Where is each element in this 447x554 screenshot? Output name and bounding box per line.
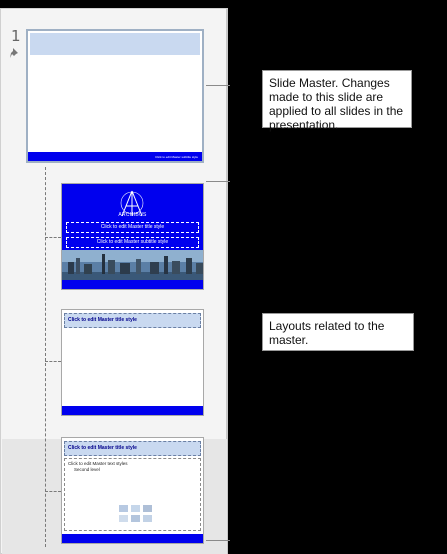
title-placeholder: Click to edit Master title style bbox=[64, 313, 201, 328]
master-callout: Slide Master. Changes made to this slide… bbox=[262, 70, 412, 132]
city-skyline-image bbox=[62, 250, 203, 280]
content-placeholder-icons bbox=[119, 505, 152, 522]
master-footer-text: Click to edit Master subtitle style bbox=[155, 155, 198, 159]
callout-connector bbox=[206, 540, 230, 541]
bullet-level-1: Click to edit Master text styles bbox=[68, 461, 128, 466]
pin-icon[interactable] bbox=[9, 47, 21, 59]
slide-number: 1 bbox=[11, 27, 21, 45]
callout-connector bbox=[206, 181, 230, 182]
slide-thumbnail-pane[interactable]: 1 Click to edit Master subtitle style AR… bbox=[0, 8, 228, 554]
master-footer-band: Click to edit Master subtitle style bbox=[28, 152, 202, 161]
layout-footer-band bbox=[62, 280, 203, 289]
title-placeholder: Click to edit Master title style bbox=[66, 222, 199, 233]
slide-master-thumbnail[interactable]: Click to edit Master subtitle style bbox=[26, 29, 204, 163]
callout-connector bbox=[206, 85, 230, 86]
layout-footer-band bbox=[62, 534, 203, 543]
bullet-level-2: Second level bbox=[74, 467, 100, 472]
title-only-layout-thumbnail[interactable]: Click to edit Master title style bbox=[61, 309, 204, 416]
tree-connector bbox=[45, 361, 61, 362]
tree-connector bbox=[45, 237, 61, 238]
title-placeholder: Click to edit Master title style bbox=[64, 441, 201, 456]
master-title-band bbox=[30, 33, 200, 55]
tree-connector bbox=[45, 167, 46, 547]
layout-footer-band bbox=[62, 406, 203, 415]
content-placeholder: Click to edit Master text styles Second … bbox=[64, 458, 201, 531]
title-slide-layout-thumbnail[interactable]: ARCHIBUS Click to edit Master title styl… bbox=[61, 183, 204, 290]
title-content-layout-thumbnail[interactable]: Click to edit Master title style Click t… bbox=[61, 437, 204, 544]
subtitle-placeholder: Click to edit Master subtitle style bbox=[66, 237, 199, 248]
logo-wordmark: ARCHIBUS bbox=[118, 212, 147, 218]
tree-connector bbox=[45, 491, 61, 492]
layouts-callout: Layouts related to the master. bbox=[262, 313, 414, 351]
